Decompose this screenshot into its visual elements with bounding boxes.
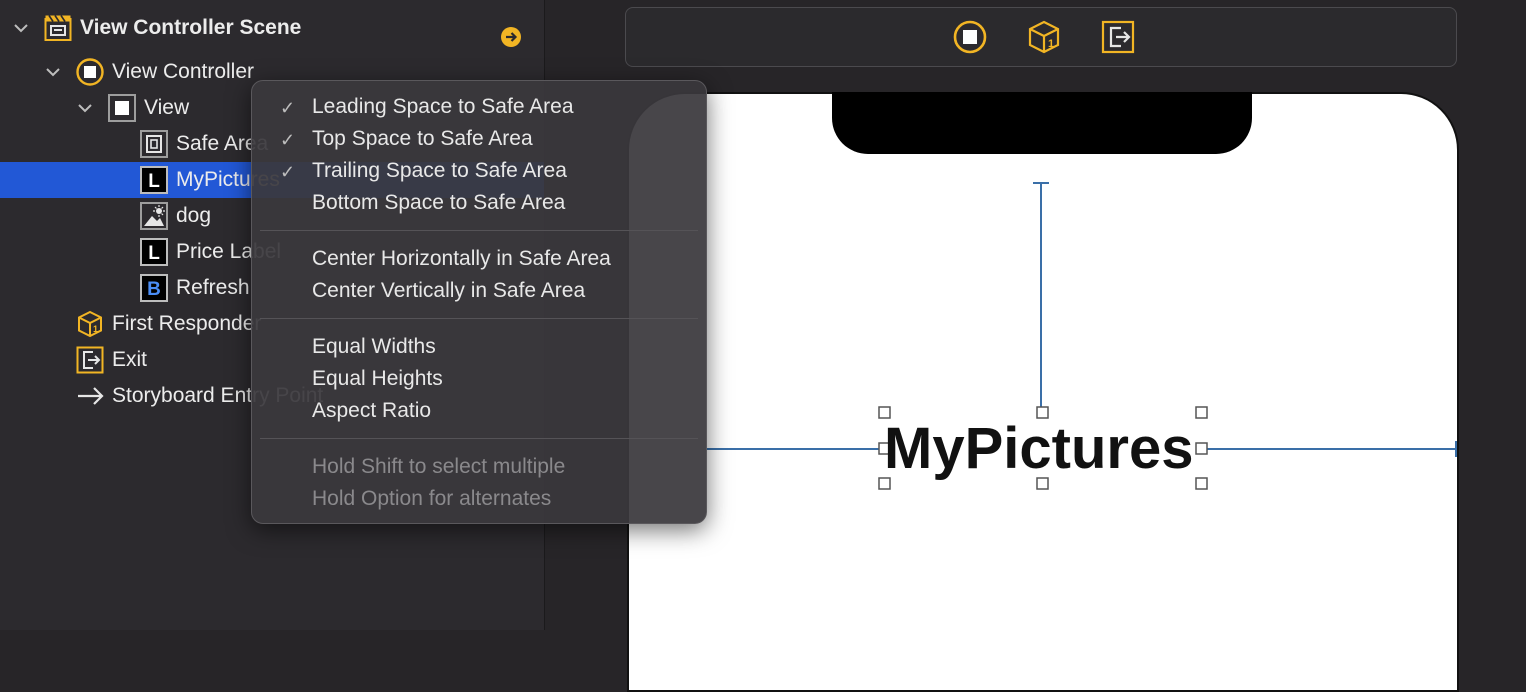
arrow-right-icon (78, 387, 104, 405)
first-responder-icon: 1 (78, 310, 102, 338)
menu-item-label: Center Vertically in Safe Area (312, 279, 586, 302)
menu-hint-label: Hold Shift to select multiple (312, 455, 566, 478)
svg-text:1: 1 (1048, 38, 1054, 50)
view-controller-icon (76, 58, 104, 86)
scene-icon (44, 15, 72, 41)
checkmark-icon: ✓ (280, 162, 296, 182)
menu-item-center-vertically[interactable]: Center Vertically in Safe Area (252, 276, 706, 308)
view-icon (108, 94, 136, 122)
menu-item-equal-heights[interactable]: Equal Heights (252, 364, 706, 396)
menu-item-aspect-ratio[interactable]: Aspect Ratio (252, 396, 706, 428)
arrow-right-circle-icon[interactable] (500, 26, 522, 48)
exit-icon[interactable] (1101, 20, 1135, 54)
svg-text:L: L (148, 171, 160, 192)
first-responder-icon[interactable]: 1 (1027, 20, 1061, 54)
menu-item-label: Equal Heights (312, 367, 443, 390)
outline-row-view-controller-scene[interactable]: View Controller Scene (0, 10, 544, 48)
menu-separator (260, 230, 698, 231)
outline-label: First Responder (112, 312, 262, 335)
svg-text:B: B (147, 279, 161, 300)
outline-label: Refresh (176, 276, 250, 299)
menu-item-center-horizontally[interactable]: Center Horizontally in Safe Area (252, 244, 706, 276)
menu-item-label: Trailing Space to Safe Area (312, 159, 567, 182)
safe-area-icon (140, 130, 168, 158)
menu-item-label: Center Horizontally in Safe Area (312, 247, 611, 270)
outline-label: View Controller Scene (80, 16, 302, 39)
menu-item-label: Leading Space to Safe Area (312, 95, 574, 118)
menu-item-label: Bottom Space to Safe Area (312, 191, 566, 214)
outline-label: View Controller (112, 60, 255, 83)
menu-item-top-space[interactable]: ✓ Top Space to Safe Area (252, 124, 706, 156)
menu-item-equal-widths[interactable]: Equal Widths (252, 332, 706, 364)
label-icon: L (140, 166, 168, 194)
menu-hint-option: Hold Option for alternates (252, 484, 706, 516)
menu-hint-label: Hold Option for alternates (312, 487, 552, 510)
svg-text:1: 1 (93, 324, 98, 334)
constraints-popup-menu: ✓ Leading Space to Safe Area ✓ Top Space… (251, 80, 707, 524)
menu-separator (260, 438, 698, 439)
menu-item-label: Equal Widths (312, 335, 436, 358)
exit-icon (76, 346, 104, 374)
image-view-icon (140, 202, 168, 230)
checkmark-icon: ✓ (280, 98, 296, 118)
menu-item-trailing-space[interactable]: ✓ Trailing Space to Safe Area (252, 156, 706, 188)
device-notch (832, 92, 1252, 154)
button-icon: B (140, 274, 168, 302)
outline-label: Exit (112, 348, 148, 371)
menu-item-label: Aspect Ratio (312, 399, 432, 422)
svg-text:L: L (148, 243, 160, 264)
mypictures-label[interactable]: MyPictures (884, 418, 1193, 480)
menu-item-leading-space[interactable]: ✓ Leading Space to Safe Area (252, 92, 706, 124)
view-controller-icon[interactable] (953, 20, 987, 54)
outline-label: View (144, 96, 190, 119)
chevron-down-icon[interactable] (44, 63, 62, 81)
outline-label: dog (176, 204, 212, 227)
menu-separator (260, 318, 698, 319)
iphone-device-frame[interactable] (627, 92, 1459, 692)
menu-item-bottom-space[interactable]: Bottom Space to Safe Area (252, 188, 706, 220)
chevron-down-icon[interactable] (76, 99, 94, 117)
scene-dock-bar: 1 (625, 7, 1457, 67)
label-icon: L (140, 238, 168, 266)
checkmark-icon: ✓ (280, 130, 296, 150)
menu-item-label: Top Space to Safe Area (312, 127, 533, 150)
menu-hint-shift: Hold Shift to select multiple (252, 452, 706, 484)
chevron-down-icon[interactable] (12, 19, 30, 37)
